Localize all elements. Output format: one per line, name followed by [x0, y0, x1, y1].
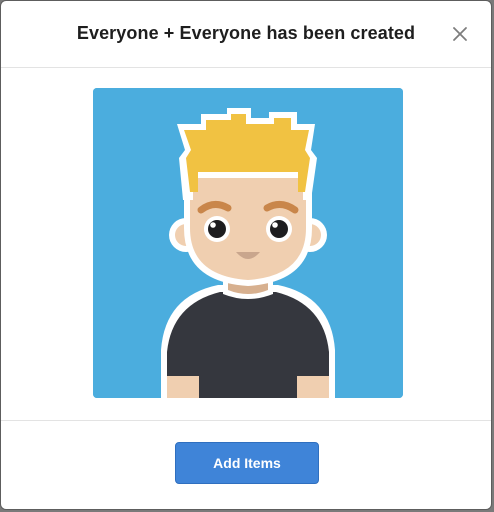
close-icon [453, 27, 467, 41]
avatar-image [93, 88, 403, 398]
dialog-title: Everyone + Everyone has been created [76, 23, 416, 43]
dialog-header: Everyone + Everyone has been created [1, 1, 491, 68]
dialog-footer: Add Items [1, 420, 491, 509]
add-items-button[interactable]: Add Items [175, 442, 319, 484]
close-button[interactable] [451, 25, 469, 43]
user-avatar-illustration [93, 88, 403, 398]
created-dialog: Everyone + Everyone has been created Add… [0, 0, 492, 510]
